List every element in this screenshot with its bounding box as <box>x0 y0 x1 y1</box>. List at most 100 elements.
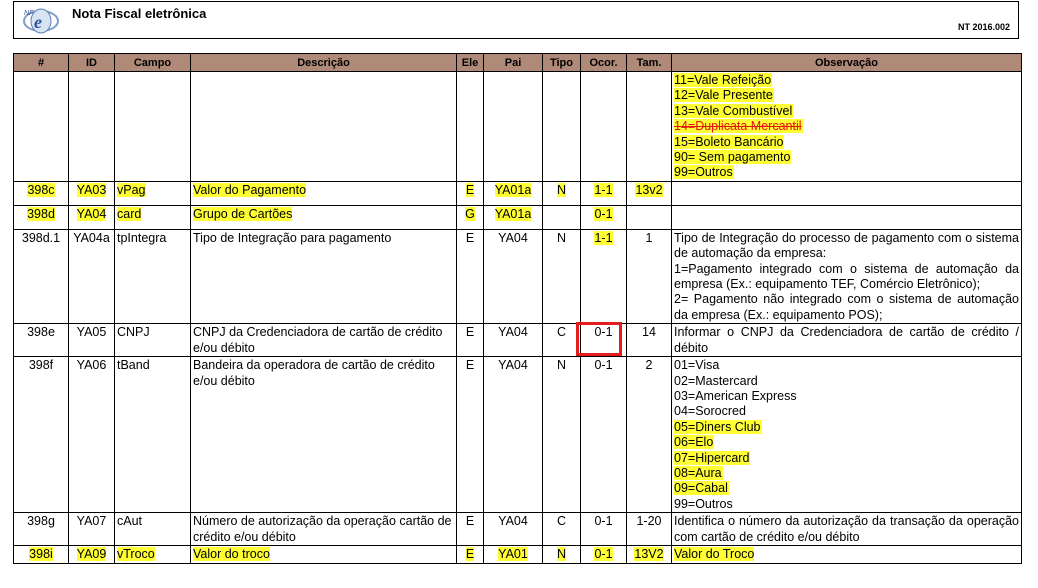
row-observacao: 01=Visa 02=Mastercard 03=American Expres… <box>671 356 1022 514</box>
row-descricao: Número de autorização da operação cartão… <box>190 512 457 546</box>
row-num: 398c <box>27 182 55 197</box>
row-campo: CNPJ <box>114 323 191 358</box>
row-pai: YA04 <box>483 323 543 358</box>
table-row: 398d YA04 card Grupo de Cartões G YA01a … <box>13 204 1022 230</box>
list-item: 13=Vale Combustível <box>674 103 794 118</box>
row-descricao: Tipo de Integração para pagamento <box>190 228 457 325</box>
row-id: YA06 <box>68 356 115 514</box>
row-tipo: N <box>556 182 567 197</box>
col-header-id: ID <box>68 53 115 72</box>
row-pai: YA01a <box>494 206 532 221</box>
list-item: 05=Diners Club <box>674 419 762 434</box>
document-title: Nota Fiscal eletrônica <box>72 6 207 21</box>
document-code: NT 2016.002 <box>957 22 1010 32</box>
row-ocor: 1-1 <box>594 230 613 245</box>
svg-text:NF: NF <box>24 10 34 17</box>
row-tam <box>626 204 672 230</box>
row-ele: G <box>465 206 475 221</box>
row-id: YA07 <box>68 512 115 546</box>
list-item: 06=Elo <box>674 435 715 450</box>
table-row: 398f YA06 tBand Bandeira da operadora de… <box>13 356 1022 514</box>
row-ele: E <box>456 356 484 514</box>
list-item: 08=Aura <box>674 465 723 480</box>
row-pai: YA04 <box>483 512 543 546</box>
col-header-observacao: Observação <box>671 53 1022 72</box>
row-ocor: 0-1 <box>580 512 627 546</box>
row-tipo: C <box>542 323 581 358</box>
row-campo: vPag <box>117 182 146 197</box>
col-header-num: # <box>13 53 69 72</box>
nfe-logo-icon: e NF <box>23 8 59 34</box>
list-item: 09=Cabal <box>674 481 729 496</box>
row-observacao: Identifica o número da autorização da tr… <box>671 512 1022 546</box>
fields-table: # ID Campo Descrição Ele Pai Tipo Ocor. … <box>13 53 1022 564</box>
row-descricao: CNPJ da Credenciadora de cartão de crédi… <box>190 323 457 358</box>
list-item: 04=Sorocred <box>674 404 746 419</box>
row-ocor: 0-1 <box>594 546 613 561</box>
row-tipo: N <box>556 546 567 561</box>
list-item: 01=Visa <box>674 358 720 373</box>
row-id: YA03 <box>76 182 107 197</box>
list-item: 90= Sem pagamento <box>674 150 792 165</box>
row-descricao: Valor do Pagamento <box>193 182 307 197</box>
row-ocor: 0-1 <box>580 356 627 514</box>
list-item: 99=Outros <box>674 165 734 180</box>
row-campo: card <box>117 206 142 221</box>
col-header-pai: Pai <box>483 53 543 72</box>
row-tipo: C <box>542 512 581 546</box>
row-observacao <box>671 180 1022 206</box>
row-ele: E <box>456 228 484 325</box>
highlight-box <box>576 322 622 356</box>
row-descricao: Valor do troco <box>193 546 270 561</box>
row-pai: YA01a <box>494 182 532 197</box>
row-campo: cAut <box>114 512 191 546</box>
row-observacao: Tipo de Integração do processo de pagame… <box>671 228 1022 325</box>
row-pai: YA04 <box>483 356 543 514</box>
row-pai: YA01 <box>498 546 528 561</box>
col-header-tam: Tam. <box>626 53 672 72</box>
list-item: 15=Boleto Bancário <box>674 134 785 149</box>
row-tam: 2 <box>626 356 672 514</box>
row-num: 398d.1 <box>13 228 69 325</box>
row-campo: tBand <box>114 356 191 514</box>
row-ele: E <box>465 546 475 561</box>
row-tam: 13v2 <box>635 182 663 197</box>
row-ele: E <box>465 182 475 197</box>
row-observacao <box>671 204 1022 230</box>
row-tam: 14 <box>626 323 672 358</box>
list-item: 12=Vale Presente <box>674 88 774 103</box>
row-pai: YA04 <box>483 228 543 325</box>
list-item: 11=Vale Refeição <box>674 73 773 87</box>
row-num: 398f <box>13 356 69 514</box>
row-num: 398i <box>29 546 53 561</box>
table-row: 398c YA03 vPag Valor do Pagamento E YA01… <box>13 180 1022 206</box>
svg-text:e: e <box>34 12 42 32</box>
table-row: 11=Vale Refeição 12=Vale Presente 13=Val… <box>13 71 1022 182</box>
list-item: 14=Duplicata Mercantil <box>674 119 803 134</box>
row-observacao: Valor do Troco <box>674 546 755 561</box>
row-id: YA05 <box>68 323 115 358</box>
document-header: e NF Nota Fiscal eletrônica NT 2016.002 <box>13 1 1019 39</box>
list-item: 99=Outros <box>674 496 733 511</box>
table-header-row: # ID Campo Descrição Ele Pai Tipo Ocor. … <box>13 53 1022 72</box>
row-tipo <box>542 204 581 230</box>
row-tam: 13V2 <box>634 546 664 561</box>
table-row: 398g YA07 cAut Número de autorização da … <box>13 512 1022 546</box>
table-row: 398d.1 YA04a tpIntegra Tipo de Integraçã… <box>13 228 1022 325</box>
row-num: 398e <box>13 323 69 358</box>
row-observacao: Informar o CNPJ da Credenciadora de cart… <box>671 323 1022 358</box>
col-header-ele: Ele <box>456 53 484 72</box>
row-descricao: Grupo de Cartões <box>193 206 293 221</box>
row-id: YA04a <box>68 228 115 325</box>
col-header-descricao: Descrição <box>190 53 457 72</box>
list-item: 07=Hipercard <box>674 450 751 465</box>
row-num: 398d <box>27 206 55 221</box>
observacao-cell: 11=Vale Refeição 12=Vale Presente 13=Val… <box>671 71 1022 182</box>
row-tam: 1 <box>626 228 672 325</box>
table-row: 398e YA05 CNPJ CNPJ da Credenciadora de … <box>13 323 1022 358</box>
row-ocor: 0-1 <box>594 206 613 221</box>
row-ocor: 1-1 <box>594 182 613 197</box>
row-tam: 1-20 <box>626 512 672 546</box>
list-item: 02=Mastercard <box>674 373 758 388</box>
row-num: 398g <box>13 512 69 546</box>
